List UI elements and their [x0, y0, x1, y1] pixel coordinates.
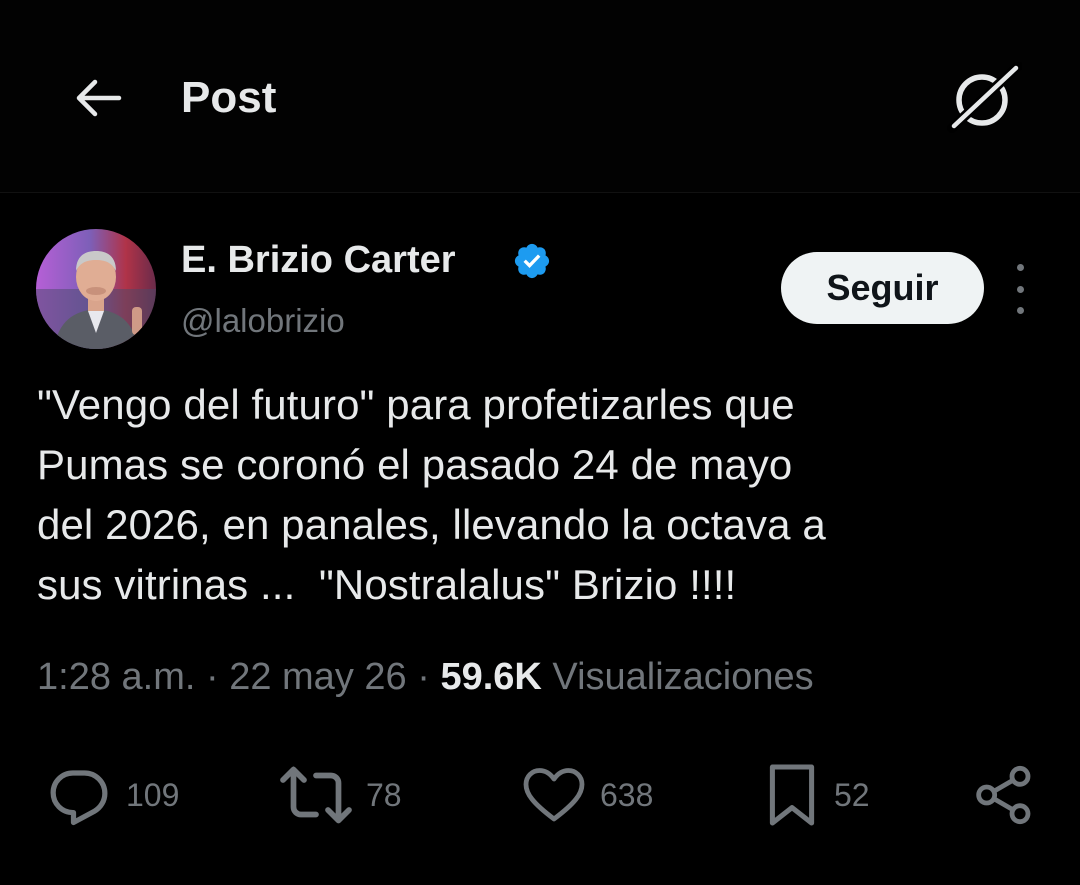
bookmark-icon — [769, 764, 815, 826]
reply-count: 109 — [126, 776, 180, 813]
like-count: 638 — [600, 776, 654, 813]
action-bar: 109 78 638 52 — [0, 760, 1080, 830]
tweet-date[interactable]: 22 may 26 — [229, 656, 406, 698]
bookmark-button[interactable]: 52 — [764, 760, 870, 830]
meta-separator: · — [205, 656, 230, 698]
views-label[interactable]: Visualizaciones — [552, 656, 813, 698]
author-display-name[interactable]: E. Brizio Carter — [181, 237, 456, 283]
more-dot-icon — [1016, 264, 1024, 271]
repost-icon — [280, 766, 352, 824]
repost-count: 78 — [366, 776, 402, 813]
grok-icon — [947, 62, 1022, 133]
arrow-left-icon — [76, 79, 122, 117]
reply-icon — [50, 770, 108, 826]
share-button[interactable] — [972, 760, 1036, 830]
verified-badge-icon — [514, 243, 550, 279]
share-icon — [976, 765, 1031, 825]
bookmark-count: 52 — [834, 776, 870, 813]
avatar[interactable] — [36, 229, 156, 349]
back-button[interactable] — [64, 70, 130, 126]
heart-icon — [523, 768, 585, 822]
like-button[interactable]: 638 — [522, 760, 653, 830]
follow-button[interactable]: Seguir — [781, 252, 984, 324]
grok-button[interactable] — [944, 60, 1024, 136]
reply-button[interactable]: 109 — [46, 760, 179, 830]
tweet-text: "Vengo del futuro" para profetizarles qu… — [37, 381, 826, 608]
more-dot-icon — [1016, 307, 1024, 314]
page-title: Post — [181, 73, 277, 122]
tweet-time[interactable]: 1:28 a.m. — [37, 656, 195, 698]
more-options-button[interactable] — [1006, 264, 1034, 314]
views-count[interactable]: 59.6K — [440, 656, 541, 698]
tweet-meta: 1:28 a.m. · 22 may 26 · 59.6K Visualizac… — [37, 652, 814, 702]
meta-separator: · — [417, 656, 441, 698]
more-dot-icon — [1016, 285, 1024, 293]
author-handle[interactable]: @lalobrizio — [181, 300, 345, 342]
top-bar: Post — [0, 0, 1080, 193]
repost-button[interactable]: 78 — [280, 760, 402, 830]
profile-photo — [36, 229, 156, 349]
